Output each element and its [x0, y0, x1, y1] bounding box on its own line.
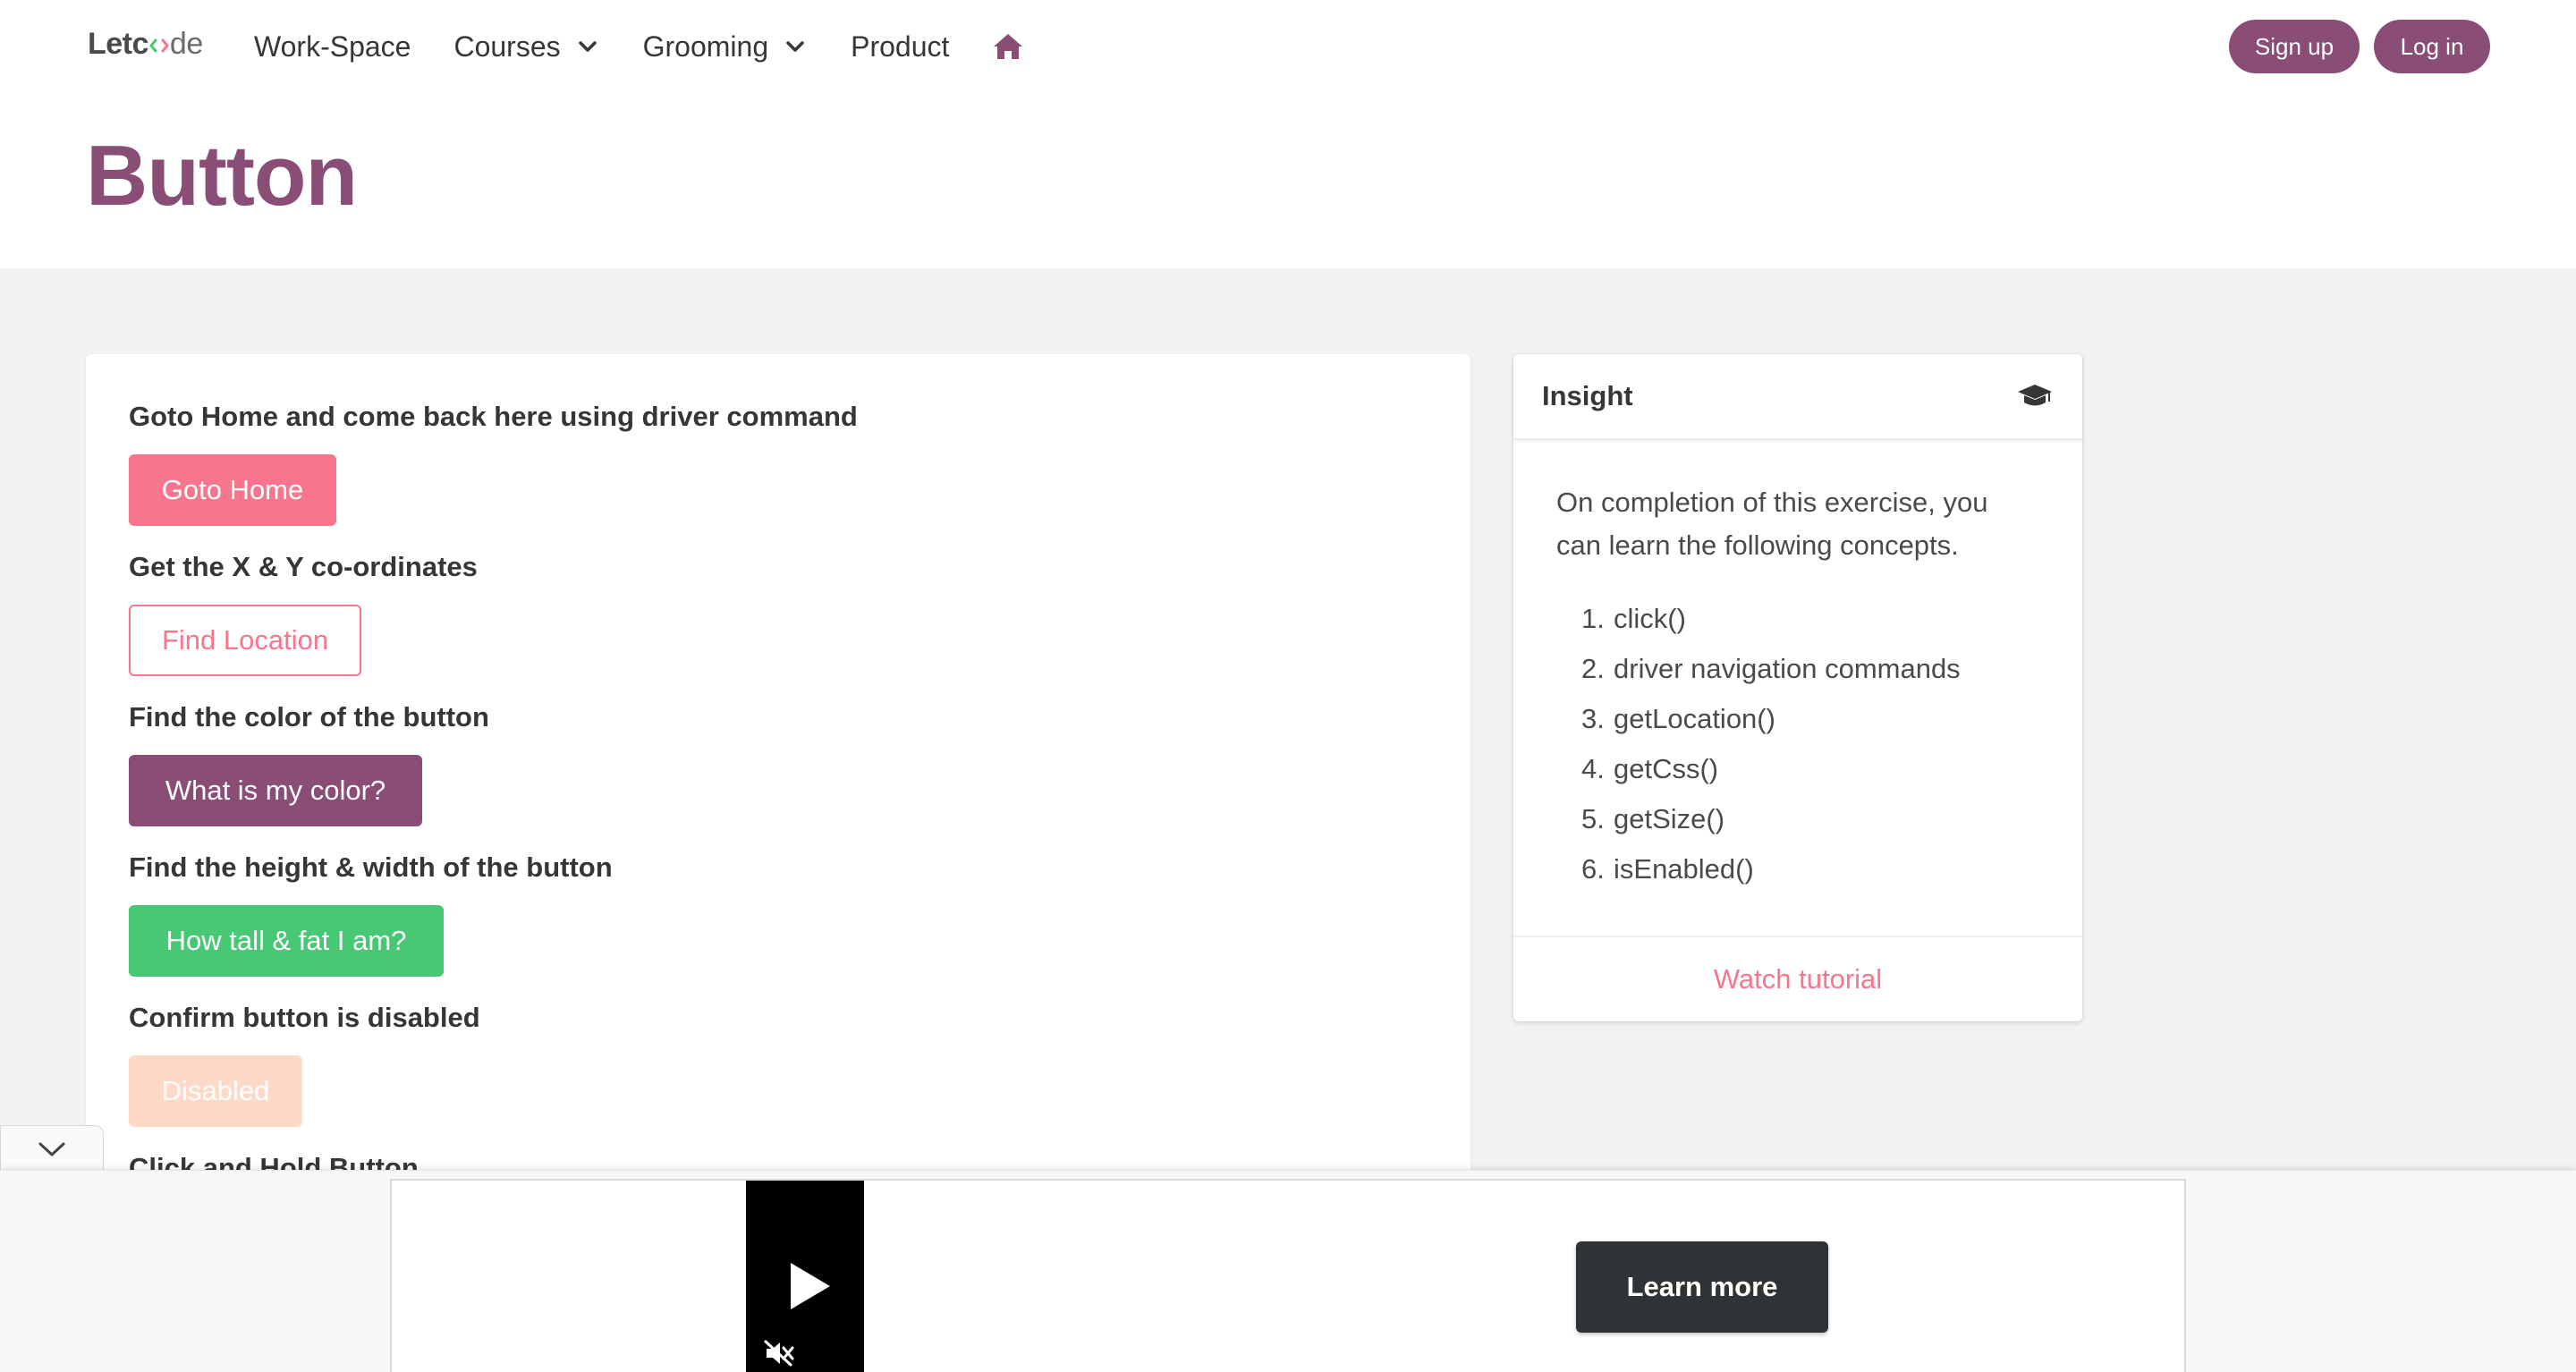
- concept-list: 1. click() 2. driver navigation commands 3…: [1556, 594, 2039, 894]
- insight-description: On completion of this exercise, you can …: [1556, 487, 1988, 561]
- insight-header: Insight: [1513, 354, 2082, 440]
- exercise-card: Goto Home and come back here using drive…: [86, 354, 1470, 1195]
- list-item: 5. getSize(): [1581, 794, 2039, 844]
- list-item: 4. getCss(): [1581, 744, 2039, 794]
- nav-item-work-space[interactable]: Work-Space: [254, 30, 411, 64]
- exercise-label-size: Find the height & width of the button: [129, 851, 613, 883]
- chevron-down-icon: [786, 41, 804, 52]
- sign-up-button[interactable]: Sign up: [2229, 20, 2360, 73]
- ad-frame: [390, 1179, 2186, 1372]
- play-icon[interactable]: [789, 1261, 832, 1311]
- concept-text: isEnabled(): [1614, 853, 1754, 885]
- graduation-cap-icon: [2018, 385, 2052, 406]
- concept-text: getSize(): [1614, 803, 1725, 834]
- log-in-button[interactable]: Log in: [2374, 20, 2490, 73]
- insight-body: On completion of this exercise, you can …: [1513, 440, 2082, 894]
- chevron-down-icon: [38, 1142, 65, 1156]
- concept-text: getLocation(): [1614, 703, 1775, 734]
- exercise-label-color: Find the color of the button: [129, 701, 489, 733]
- nav-item-label: Courses: [453, 30, 561, 63]
- logo-text-de: de: [169, 27, 203, 61]
- muted-speaker-icon[interactable]: [764, 1340, 796, 1367]
- ad-collapse-toggle[interactable]: [0, 1125, 104, 1172]
- nav-item-product[interactable]: Product: [851, 30, 949, 64]
- watch-tutorial-link[interactable]: Watch tutorial: [1714, 963, 1882, 995]
- letcode-logo[interactable]: Let c de: [88, 27, 203, 62]
- concept-text: click(): [1614, 603, 1686, 634]
- nav-item-label: Grooming: [642, 30, 769, 63]
- learn-more-button[interactable]: Learn more: [1576, 1241, 1828, 1333]
- exercise-label-disabled: Confirm button is disabled: [129, 1002, 480, 1033]
- concept-text: getCss(): [1614, 753, 1719, 784]
- page-hero: Button: [0, 93, 2576, 268]
- list-item: 1. click(): [1581, 594, 2039, 644]
- concept-text: driver navigation commands: [1614, 653, 1961, 684]
- ad-video-player[interactable]: [746, 1181, 864, 1372]
- what-is-my-color-button[interactable]: What is my color?: [129, 755, 422, 826]
- nav-item-label: Work-Space: [254, 30, 411, 63]
- nav-item-courses[interactable]: Courses: [453, 30, 599, 64]
- how-tall-fat-button[interactable]: How tall & fat I am?: [129, 905, 444, 977]
- nav-menu: Work-Space Courses Grooming Product: [254, 0, 1024, 93]
- chevron-down-icon: [578, 41, 597, 52]
- home-icon[interactable]: [992, 31, 1024, 62]
- list-item: 2. driver navigation commands: [1581, 644, 2039, 694]
- goto-home-button[interactable]: Goto Home: [129, 454, 336, 526]
- logo-text-let: Let: [88, 27, 132, 61]
- page-title: Button: [86, 128, 358, 224]
- insight-footer: Watch tutorial: [1513, 936, 2082, 1021]
- nav-item-grooming[interactable]: Grooming: [643, 30, 809, 64]
- list-item: 6. isEnabled(): [1581, 844, 2039, 894]
- logo-code-icon: [149, 38, 169, 52]
- find-location-button[interactable]: Find Location: [129, 605, 361, 676]
- exercise-label-coordinates: Get the X & Y co-ordinates: [129, 551, 478, 582]
- top-navbar: Let c de Work-Space Courses Grooming Pro…: [0, 0, 2576, 93]
- nav-item-label: Product: [851, 30, 950, 63]
- insight-card: Insight On completion of this exercise, …: [1513, 354, 2082, 1021]
- auth-buttons: Sign up Log in: [2229, 20, 2490, 73]
- logo-c: c: [131, 27, 149, 61]
- disabled-button: Disabled: [129, 1055, 302, 1127]
- insight-title: Insight: [1542, 380, 1633, 411]
- list-item: 3. getLocation(): [1581, 694, 2039, 744]
- exercise-label-goto-home: Goto Home and come back here using drive…: [129, 401, 858, 432]
